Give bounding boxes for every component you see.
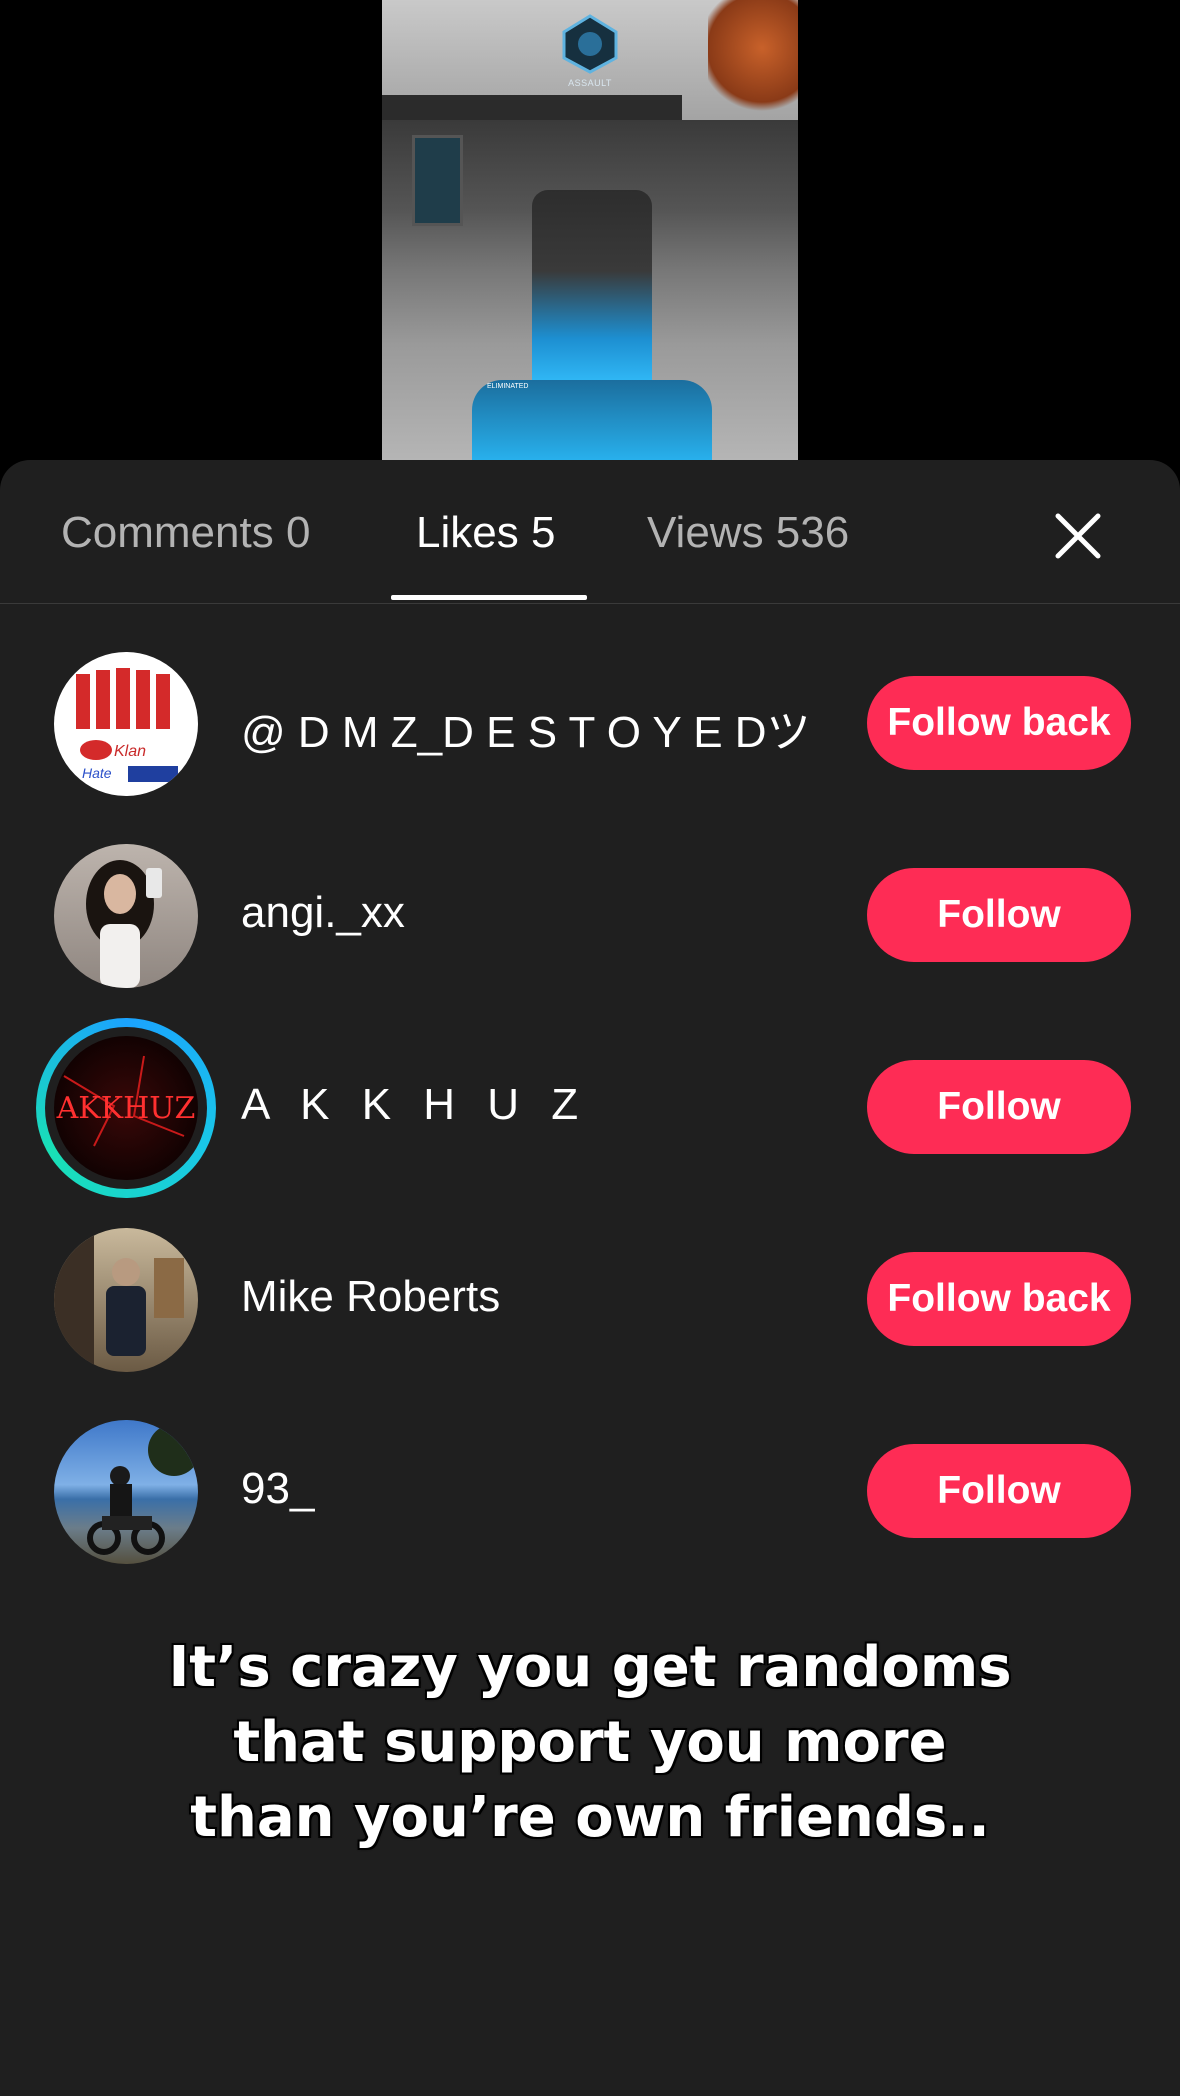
- follow-button[interactable]: Follow: [867, 1444, 1131, 1538]
- emblem-label: ASSAULT: [568, 78, 612, 88]
- follow-back-button[interactable]: Follow back: [867, 1252, 1131, 1346]
- username[interactable]: A K K H U Z: [241, 1080, 588, 1130]
- avatar-text-klan: Klan: [114, 743, 146, 760]
- list-item[interactable]: angi._xx Follow: [0, 832, 1180, 992]
- selfie-avatar-art: [86, 860, 162, 988]
- follow-back-button[interactable]: Follow back: [867, 676, 1131, 770]
- tab-bar: Comments 0 Likes 5 Views 536: [0, 460, 1180, 604]
- active-tab-indicator: [391, 595, 587, 600]
- close-icon[interactable]: [1050, 508, 1106, 564]
- man-photo-avatar[interactable]: [54, 1228, 198, 1372]
- list-item[interactable]: AKKHUZ A K K H U Z Follow: [0, 1018, 1180, 1198]
- kitkat-avatar[interactable]: Klan Hate: [54, 652, 198, 796]
- video-preview[interactable]: ASSAULT ELIMINATED: [382, 0, 798, 460]
- caption-line: that support you more: [233, 1710, 947, 1775]
- follow-button[interactable]: Follow: [867, 1060, 1131, 1154]
- kill-feed: ELIMINATED: [487, 383, 529, 390]
- username[interactable]: Mike Roberts: [241, 1272, 500, 1322]
- selfie-avatar[interactable]: [54, 844, 198, 988]
- caption-line: It’s crazy you get randoms: [168, 1635, 1012, 1700]
- avatar-logo-text: AKKHUZ: [56, 1091, 196, 1126]
- tab-likes[interactable]: Likes 5: [416, 508, 555, 558]
- caption-line: than you’re own friends..: [190, 1785, 990, 1850]
- motorcycle-art: [87, 1424, 198, 1555]
- assault-emblem-icon: [562, 14, 618, 74]
- tab-views[interactable]: Views 536: [647, 508, 849, 558]
- akkhuz-logo-avatar[interactable]: AKKHUZ: [54, 1036, 198, 1180]
- list-item[interactable]: 93_ Follow: [0, 1408, 1180, 1568]
- kitkat-avatar-art: Klan Hate: [76, 668, 178, 782]
- weapon-base: [472, 380, 712, 460]
- avatar-text-hate: Hate: [82, 765, 112, 781]
- follow-button[interactable]: Follow: [867, 868, 1131, 962]
- tab-comments[interactable]: Comments 0: [61, 508, 310, 558]
- list-item[interactable]: Mike Roberts Follow back: [0, 1216, 1180, 1376]
- list-item[interactable]: Klan Hate @ D M Z_D E S T O Y E Dツ Follo…: [0, 640, 1180, 800]
- man-photo-art: [54, 1228, 184, 1372]
- username[interactable]: @ D M Z_D E S T O Y E Dツ: [241, 696, 811, 760]
- autumn-tree: [708, 0, 798, 120]
- motorcycle-avatar[interactable]: [54, 1420, 198, 1564]
- building-door: [412, 135, 463, 226]
- username[interactable]: 93_: [241, 1464, 314, 1514]
- akkhuz-logo-art: AKKHUZ: [56, 1055, 196, 1147]
- video-caption: It’s crazy you get randoms that support …: [0, 1630, 1180, 1855]
- username[interactable]: angi._xx: [241, 888, 405, 938]
